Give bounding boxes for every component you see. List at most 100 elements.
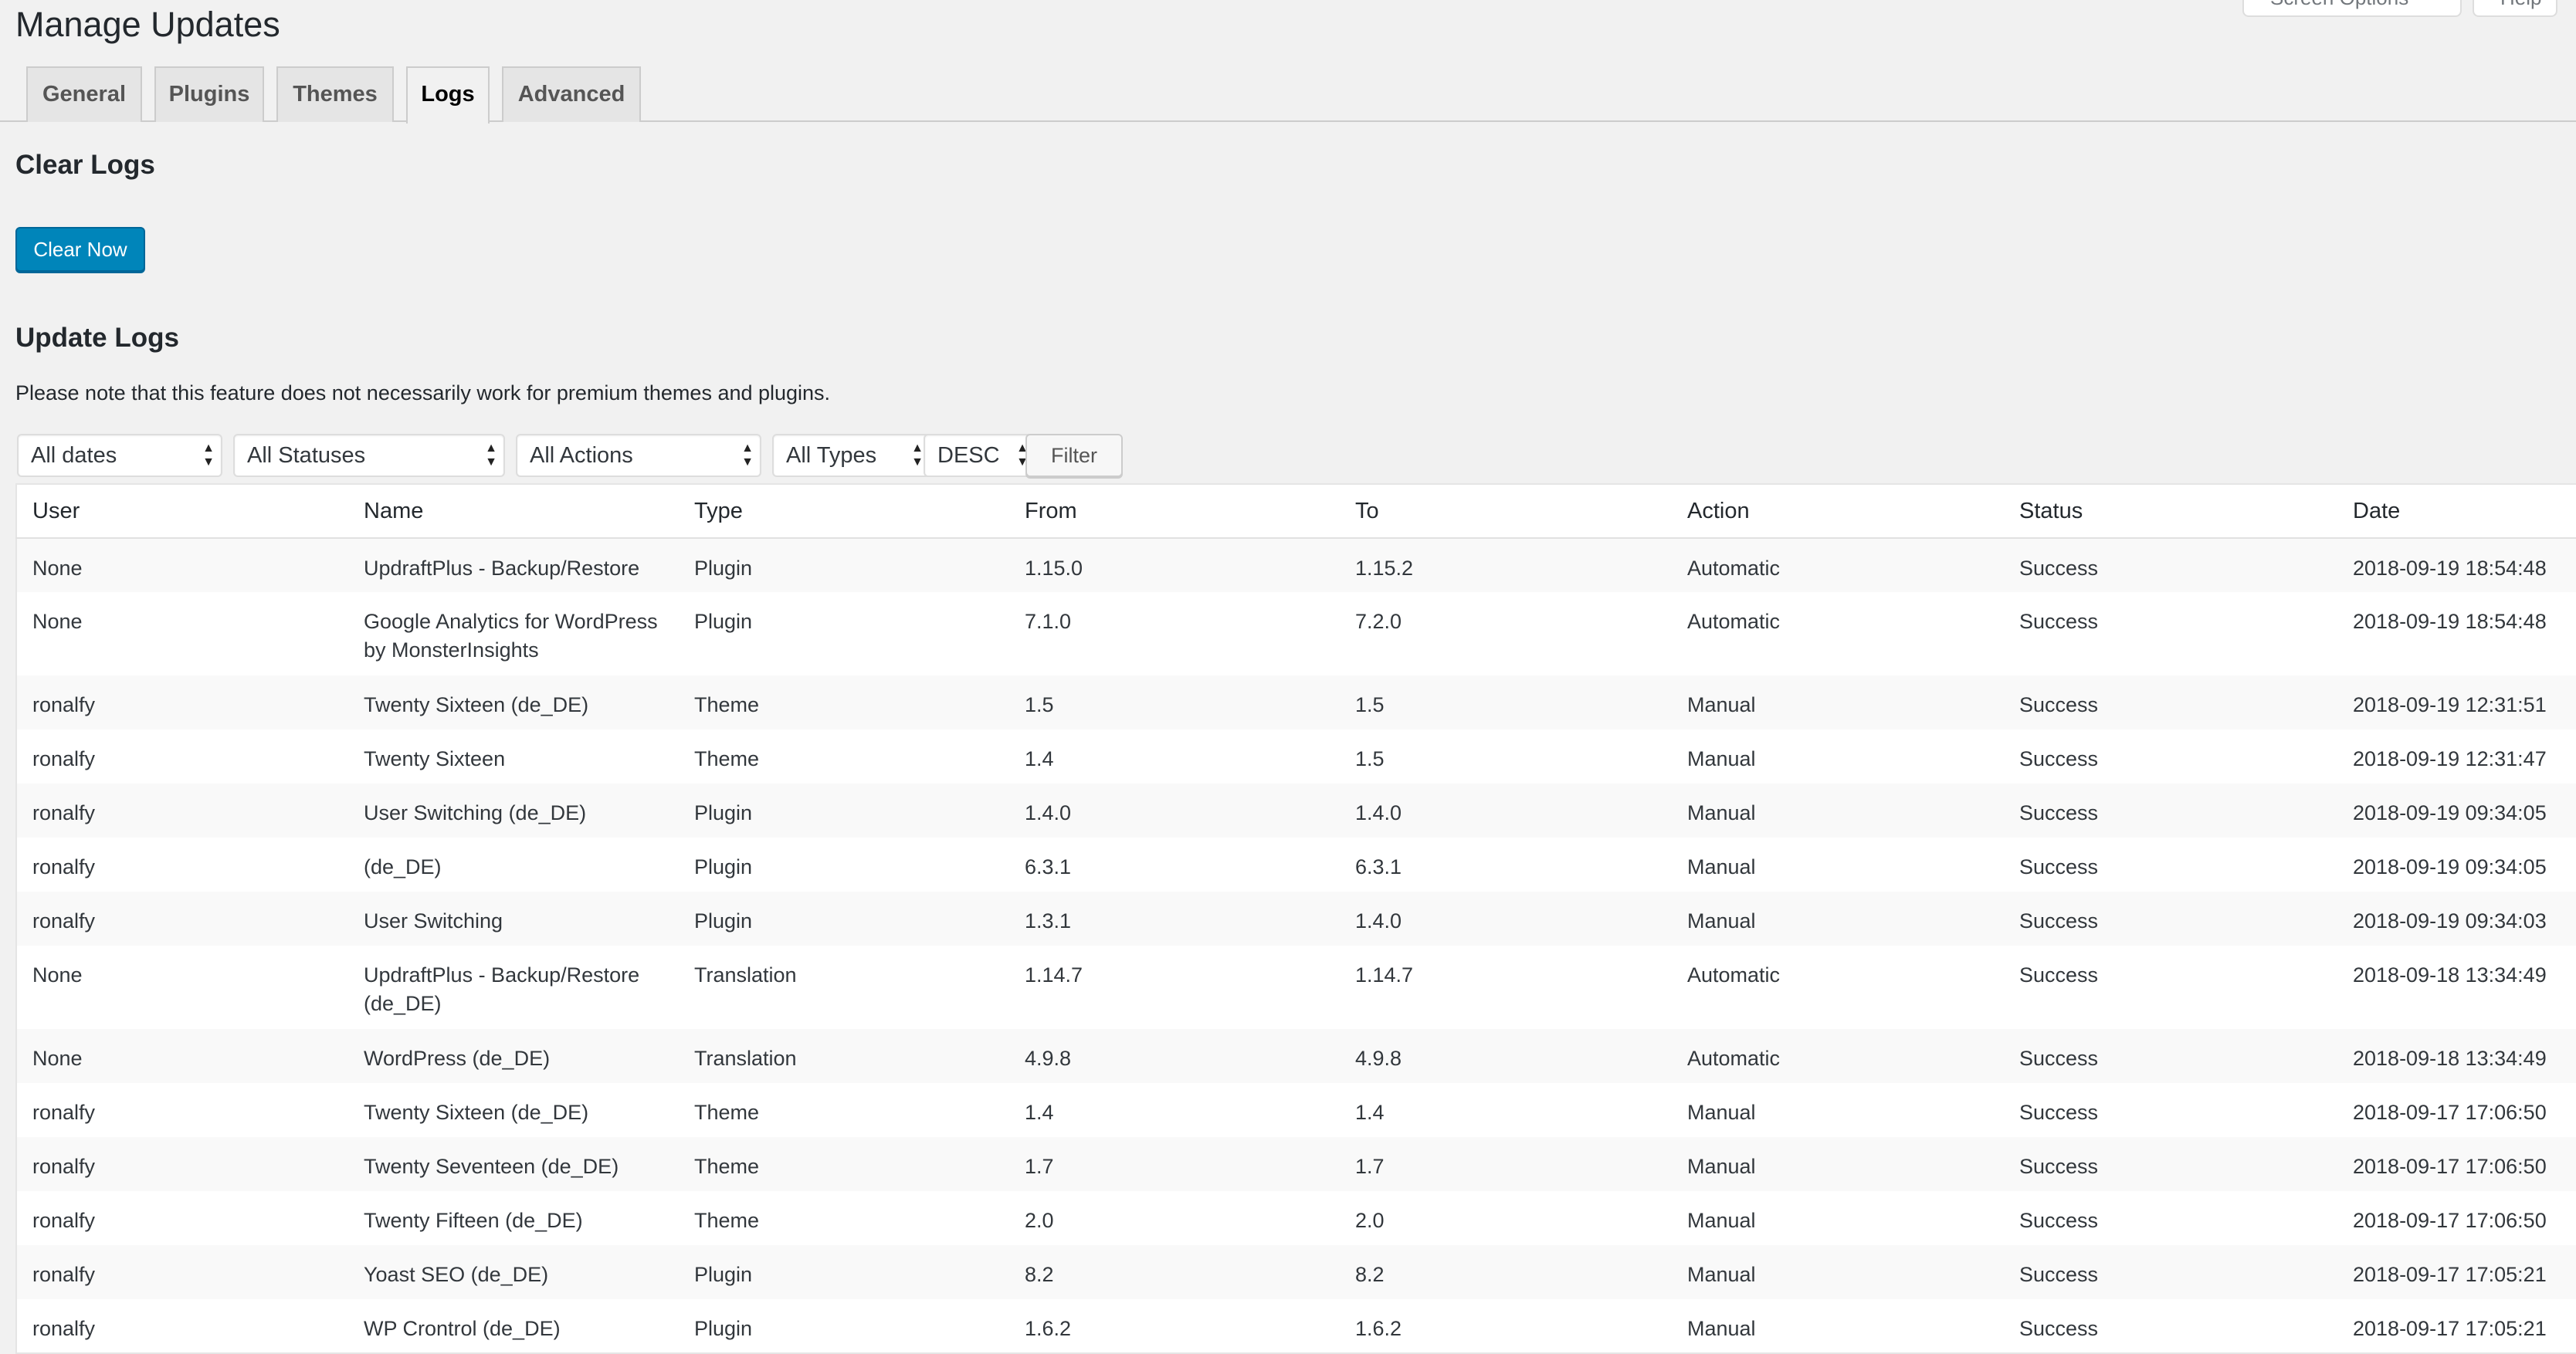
cell-date: 2018-09-17 17:06:50 xyxy=(2353,1101,2547,1124)
tab-logs[interactable]: Logs xyxy=(406,66,490,124)
cell-status: Success xyxy=(2019,1209,2099,1232)
cell-action: Manual xyxy=(1687,747,1756,770)
cell-action: Manual xyxy=(1687,1101,1756,1124)
cell-to: 8.2 xyxy=(1355,1263,1385,1286)
cell-user: ronalfy xyxy=(32,1263,96,1286)
screen-options-button[interactable]: Screen Options xyxy=(2242,0,2462,17)
cell-action: Manual xyxy=(1687,801,1756,824)
cell-type: Theme xyxy=(694,1209,760,1232)
table-row: ronalfy User Switching Plugin 1.3.1 1.4.0 Man… xyxy=(16,892,2576,946)
cell-user: ronalfy xyxy=(32,801,96,824)
cell-action: Manual xyxy=(1687,693,1756,716)
types-select[interactable]: All Types ▲ ▼ xyxy=(772,434,931,477)
select-arrows-icon: ▲ ▼ xyxy=(485,442,497,469)
table-row: ronalfy Twenty Sixteen Theme 1.4 1.5 Manual Su… xyxy=(16,729,2576,784)
cell-user: ronalfy xyxy=(32,1317,96,1340)
cell-from: 1.14.7 xyxy=(1025,963,1083,987)
update-logs-heading: Update Logs xyxy=(15,323,179,353)
cell-status: Success xyxy=(2019,610,2099,633)
cell-user: None xyxy=(32,1047,83,1070)
cell-user: None xyxy=(32,963,83,987)
clear-now-button[interactable]: Clear Now xyxy=(15,227,145,272)
dates-select[interactable]: All dates ▲ ▼ xyxy=(17,434,222,477)
cell-name: Twenty Sixteen xyxy=(364,747,506,770)
order-select-value: DESC xyxy=(937,443,1000,468)
cell-to: 1.6.2 xyxy=(1355,1317,1402,1340)
cell-status: Success xyxy=(2019,1317,2099,1340)
cell-user: ronalfy xyxy=(32,909,96,933)
cell-type: Theme xyxy=(694,1155,760,1178)
cell-type: Theme xyxy=(694,1101,760,1124)
cell-from: 1.15.0 xyxy=(1025,557,1083,580)
cell-from: 4.9.8 xyxy=(1025,1047,1072,1070)
statuses-select[interactable]: All Statuses ▲ ▼ xyxy=(233,434,505,477)
cell-to: 1.7 xyxy=(1355,1155,1385,1178)
cell-name: Twenty Seventeen (de_DE) xyxy=(364,1155,619,1178)
tab-themes[interactable]: Themes xyxy=(276,66,394,122)
help-button[interactable]: Help xyxy=(2473,0,2557,17)
dates-select-value: All dates xyxy=(31,443,117,468)
cell-status: Success xyxy=(2019,855,2099,878)
cell-action: Manual xyxy=(1687,855,1756,878)
cell-from: 1.4.0 xyxy=(1025,801,1072,824)
cell-to: 1.5 xyxy=(1355,747,1385,770)
cell-action: Automatic xyxy=(1687,610,1781,633)
cell-type: Theme xyxy=(694,747,760,770)
tab-general[interactable]: General xyxy=(26,66,142,122)
cell-action: Automatic xyxy=(1687,1047,1781,1070)
cell-from: 1.4 xyxy=(1025,1101,1054,1124)
cell-action: Automatic xyxy=(1687,557,1781,580)
actions-select[interactable]: All Actions ▲ ▼ xyxy=(516,434,761,477)
cell-to: 1.5 xyxy=(1355,693,1385,716)
cell-name: UpdraftPlus - Backup/Restore (de_DE) xyxy=(364,963,640,1015)
cell-status: Success xyxy=(2019,1047,2099,1070)
cell-to: 1.4.0 xyxy=(1355,801,1402,824)
types-select-value: All Types xyxy=(786,443,877,468)
cell-type: Translation xyxy=(694,963,797,987)
cell-status: Success xyxy=(2019,747,2099,770)
cell-type: Plugin xyxy=(694,610,753,633)
update-logs-table: User Name Type From To Action Status Dat… xyxy=(15,483,2576,1354)
cell-from: 1.3.1 xyxy=(1025,909,1072,933)
cell-to: 1.4.0 xyxy=(1355,909,1402,933)
actions-select-value: All Actions xyxy=(530,443,633,468)
cell-date: 2018-09-19 09:34:05 xyxy=(2353,855,2547,878)
cell-name: (de_DE) xyxy=(364,855,442,878)
cell-from: 1.7 xyxy=(1025,1155,1054,1178)
cell-from: 1.6.2 xyxy=(1025,1317,1072,1340)
cell-name: Google Analytics for WordPress by Monste… xyxy=(364,610,658,662)
cell-from: 7.1.0 xyxy=(1025,610,1072,633)
order-select[interactable]: DESC ▲ ▼ xyxy=(924,434,1036,477)
select-arrows-icon: ▲ ▼ xyxy=(202,442,215,469)
page-title: Manage Updates xyxy=(15,5,280,44)
cell-to: 7.2.0 xyxy=(1355,610,1402,633)
cell-status: Success xyxy=(2019,1263,2099,1286)
cell-name: WP Crontrol (de_DE) xyxy=(364,1317,561,1340)
cell-status: Success xyxy=(2019,1155,2099,1178)
premium-note: Please note that this feature does not n… xyxy=(15,381,831,405)
tab-plugins[interactable]: Plugins xyxy=(154,66,264,122)
cell-user: ronalfy xyxy=(32,1209,96,1232)
cell-user: ronalfy xyxy=(32,1155,96,1178)
settings-tabs: General Plugins Themes Logs Advanced xyxy=(0,66,2576,124)
cell-type: Theme xyxy=(694,693,760,716)
column-header-date: Date xyxy=(2337,484,2576,539)
cell-name: WordPress (de_DE) xyxy=(364,1047,551,1070)
cell-user: ronalfy xyxy=(32,747,96,770)
tab-advanced[interactable]: Advanced xyxy=(502,66,641,122)
table-body: None UpdraftPlus - Backup/Restore Plugin 1.… xyxy=(16,538,2576,1353)
cell-date: 2018-09-19 09:34:05 xyxy=(2353,801,2547,824)
table-row: ronalfy Twenty Sixteen (de_DE) Theme 1.5 1.5… xyxy=(16,675,2576,729)
cell-status: Success xyxy=(2019,557,2099,580)
cell-name: User Switching xyxy=(364,909,503,933)
filter-button[interactable]: Filter xyxy=(1025,434,1123,477)
cell-date: 2018-09-17 17:06:50 xyxy=(2353,1209,2547,1232)
cell-to: 4.9.8 xyxy=(1355,1047,1402,1070)
cell-type: Translation xyxy=(694,1047,797,1070)
table-row: ronalfy WP Crontrol (de_DE) Plugin 1.6.2 1.6… xyxy=(16,1299,2576,1353)
clear-logs-heading: Clear Logs xyxy=(15,150,155,180)
table-row: None UpdraftPlus - Backup/Restore (de_DE)… xyxy=(16,946,2576,1029)
cell-name: Twenty Fifteen (de_DE) xyxy=(364,1209,583,1232)
table-row: ronalfy Yoast SEO (de_DE) Plugin 8.2 8.2 Manu… xyxy=(16,1245,2576,1299)
table-row: None Google Analytics for WordPress by Mo… xyxy=(16,592,2576,675)
